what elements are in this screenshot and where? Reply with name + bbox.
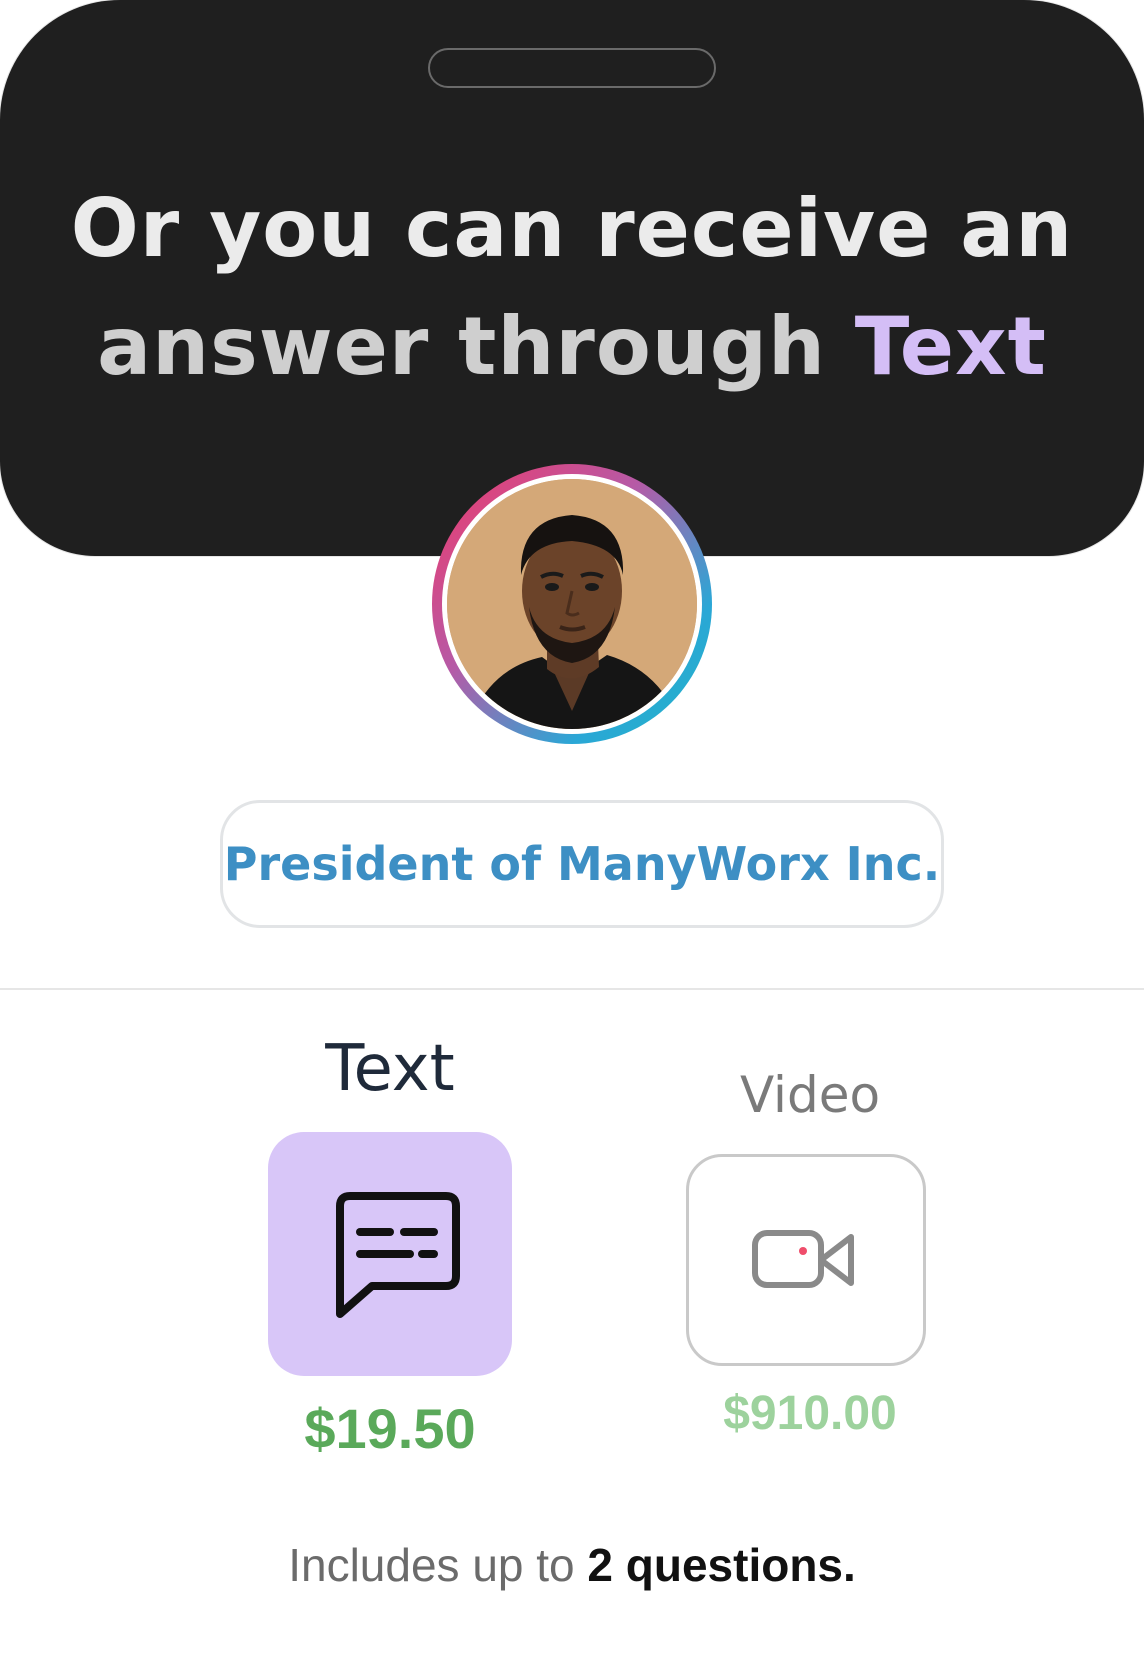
option-video-button[interactable] [686, 1154, 926, 1366]
profile-title: President of ManyWorx Inc. [223, 837, 941, 891]
headline-line-2: answer through Text [60, 288, 1084, 406]
divider [0, 988, 1144, 990]
avatar-frame [442, 474, 702, 734]
includes-prefix: Includes up to [288, 1539, 588, 1591]
option-text-label: Text [325, 1032, 455, 1106]
avatar[interactable] [447, 479, 697, 729]
option-video-label: Video [739, 1066, 881, 1124]
includes-note: Includes up to 2 questions. [0, 1538, 1144, 1592]
option-video-price: $910.00 [723, 1387, 897, 1440]
screen: Or you can receive an answer through Tex… [0, 0, 1144, 1676]
chat-bubble-icon [336, 1192, 460, 1318]
option-text-price: $19.50 [304, 1397, 476, 1460]
option-text-button[interactable] [268, 1132, 512, 1376]
headline-line-2-prefix: answer through [97, 300, 855, 393]
video-camera-icon [752, 1230, 854, 1288]
includes-count: 2 questions. [587, 1539, 856, 1591]
hero-headline: Or you can receive an answer through Tex… [60, 170, 1084, 406]
profile-title-badge: President of ManyWorx Inc. [220, 800, 944, 928]
headline-accent: Text [854, 300, 1047, 393]
avatar-ring [432, 464, 712, 744]
drag-handle[interactable] [428, 48, 716, 88]
person-portrait-icon [447, 479, 697, 729]
headline-line-1: Or you can receive an [70, 182, 1074, 275]
